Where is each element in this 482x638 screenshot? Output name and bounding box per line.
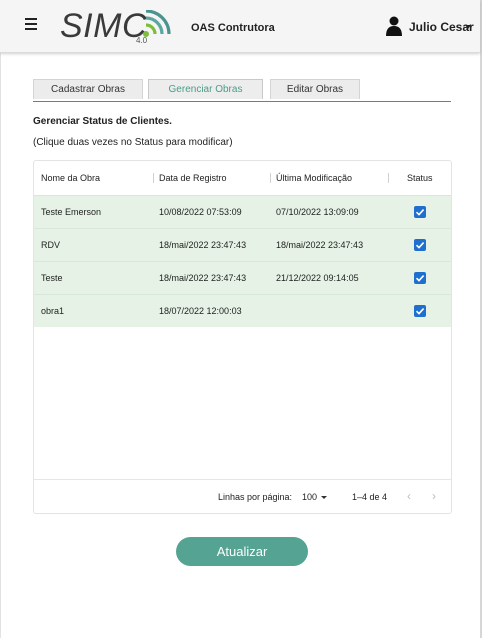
- logo: SIMC 4.0: [60, 6, 176, 48]
- chevron-right-icon[interactable]: ›: [432, 490, 442, 502]
- cell-registered: 18/mai/2022 23:47:43: [159, 240, 247, 250]
- cell-modified: 18/mai/2022 23:47:43: [276, 240, 364, 250]
- tab-gerenciar-obras[interactable]: Gerenciar Obras: [148, 79, 263, 99]
- company-name: OAS Contrutora: [191, 22, 275, 34]
- checkbox-checked-icon: [415, 275, 425, 282]
- section-hint: (Clique duas vezes no Status para modifi…: [33, 137, 233, 148]
- checkbox-checked-icon: [415, 209, 425, 216]
- update-button[interactable]: Atualizar: [176, 537, 308, 566]
- chevron-down-icon: [465, 25, 471, 29]
- chevron-down-icon: [321, 496, 327, 499]
- tab-editar-obras[interactable]: Editar Obras: [270, 79, 360, 99]
- column-separator: [153, 173, 154, 183]
- table-row[interactable]: obra1 18/07/2022 12:00:03: [34, 294, 451, 327]
- column-header-status[interactable]: Status: [407, 173, 433, 183]
- rows-per-page-select[interactable]: 100: [302, 492, 330, 504]
- cell-registered: 10/08/2022 07:53:09: [159, 207, 242, 217]
- table-row[interactable]: Teste 18/mai/2022 23:47:43 21/12/2022 09…: [34, 261, 451, 294]
- rows-per-page-value: 100: [302, 492, 318, 502]
- status-checkbox[interactable]: [414, 239, 426, 251]
- content-edge: [0, 52, 1, 638]
- menu-icon[interactable]: [24, 18, 40, 32]
- status-checkbox[interactable]: [414, 206, 426, 218]
- rows-per-page-label: Linhas por página:: [218, 492, 293, 502]
- tab-cadastrar-obras[interactable]: Cadastrar Obras: [33, 79, 143, 99]
- status-checkbox[interactable]: [414, 305, 426, 317]
- column-separator: [270, 173, 271, 183]
- chevron-left-icon[interactable]: ‹: [407, 490, 417, 502]
- table-row[interactable]: Teste Emerson 10/08/2022 07:53:09 07/10/…: [34, 195, 451, 228]
- cell-name: Teste Emerson: [41, 207, 102, 217]
- page-range: 1–4 de 4: [352, 492, 388, 502]
- column-header-modified[interactable]: Última Modificação: [276, 173, 352, 183]
- logo-text: SIMC: [60, 7, 147, 45]
- table-row[interactable]: RDV 18/mai/2022 23:47:43 18/mai/2022 23:…: [34, 228, 451, 261]
- tab-bar: Cadastrar Obras Gerenciar Obras Editar O…: [33, 79, 451, 102]
- status-checkbox[interactable]: [414, 272, 426, 284]
- user-icon: [386, 16, 402, 36]
- column-header-name[interactable]: Nome da Obra: [41, 173, 100, 183]
- table-header: Nome da Obra Data de Registro Última Mod…: [34, 161, 451, 195]
- cell-registered: 18/mai/2022 23:47:43: [159, 273, 247, 283]
- cell-registered: 18/07/2022 12:00:03: [159, 306, 242, 316]
- cell-name: obra1: [41, 306, 65, 316]
- status-table: Nome da Obra Data de Registro Última Mod…: [33, 160, 452, 514]
- checkbox-checked-icon: [415, 308, 425, 315]
- cell-modified: 21/12/2022 09:14:05: [276, 273, 359, 283]
- column-separator: [388, 173, 389, 183]
- top-bar: SIMC 4.0 OAS Contrutora Julio Cesar: [0, 0, 480, 53]
- checkbox-checked-icon: [415, 242, 425, 249]
- cell-modified: 07/10/2022 13:09:09: [276, 207, 359, 217]
- section-title: Gerenciar Status de Clientes.: [33, 116, 172, 127]
- user-name: Julio Cesar: [409, 20, 474, 34]
- cell-name: RDV: [41, 240, 61, 250]
- column-header-registered[interactable]: Data de Registro: [159, 173, 227, 183]
- cell-name: Teste: [41, 273, 63, 283]
- logo-version: 4.0: [136, 36, 148, 45]
- table-pagination: Linhas por página: 100 1–4 de 4 ‹ ›: [34, 479, 451, 514]
